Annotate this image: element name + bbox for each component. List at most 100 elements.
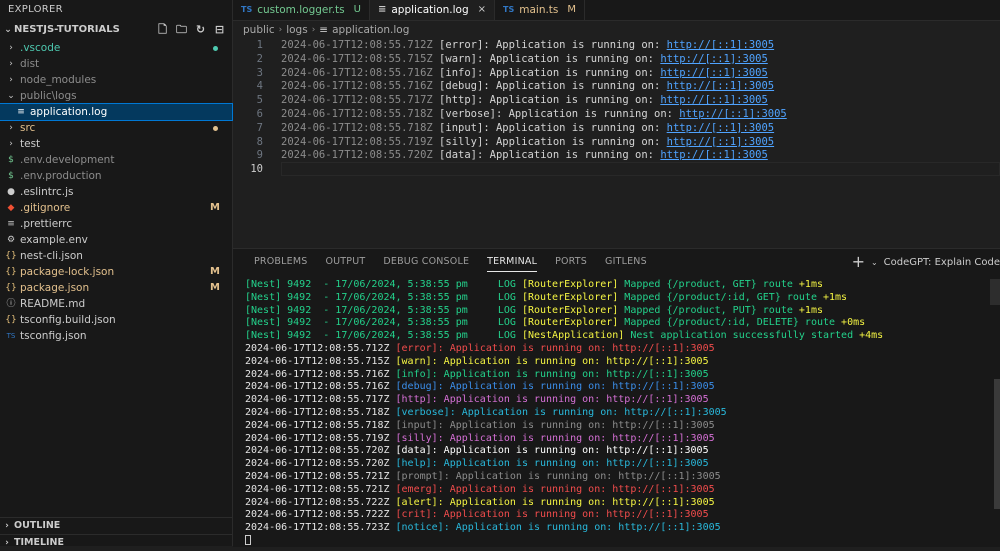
log-url-link[interactable]: http://[::1]:3005 [679,108,786,120]
panel-tab-output[interactable]: OUTPUT [316,249,374,275]
tree-item[interactable]: ◆ .gitignore M [0,200,232,216]
terminal-line: [Nest] 9492 - 17/06/2024, 5:38:55 pm LOG… [245,317,985,330]
file-lines-icon: ≡ [377,4,387,15]
collapse-all-icon[interactable]: ⊟ [213,23,226,36]
tree-item[interactable]: › test [0,136,232,152]
git-status-badge: M [210,282,220,293]
tree-item-label: application.log [30,106,108,118]
log-message: : Application is running on: [476,149,661,162]
breadcrumb-item[interactable]: public [243,22,275,38]
nest-message: Nest application successfully started [624,330,860,342]
timestamp: 2024-06-17T12:08:55.715Z [281,52,433,65]
panel-tab-gitlens[interactable]: GITLENS [596,249,656,275]
tree-item[interactable]: TS tsconfig.json [0,328,232,344]
tree-item[interactable]: $ .env.production [0,168,232,184]
line-text: 2024-06-17T12:08:55.715Z [warn]: Applica… [281,52,768,66]
terminal-line: 2024-06-17T12:08:55.720Z [data]: Applica… [245,445,985,458]
file-icon: ≡ [7,219,15,229]
timestamp: 2024-06-17T12:08:55.717Z [281,94,433,107]
line-number: 8 [256,135,263,148]
nest-prefix: [Nest] 9492 - 17/06/2024, 5:38:55 pm LOG [245,291,522,303]
outline-section[interactable]: › OUTLINE [0,517,232,534]
code-editor[interactable]: 1 2024-06-17T12:08:55.712Z [error]: Appli… [233,38,1000,248]
file-tree: › .vscode › dist › node_modules ⌄ public\logs ≡ a… [0,40,233,344]
tree-item[interactable]: ≡ application.log [0,103,233,121]
tab-status-badge: U [353,4,361,15]
terminal-output[interactable]: [Nest] 9492 - 17/06/2024, 5:38:55 pm LOG… [245,279,985,535]
chevron-right-icon: › [9,75,13,85]
log-url-link[interactable]: http://[::1]:3005 [667,39,774,51]
log-url-link[interactable]: http://[::1]:3005 [660,67,767,79]
tree-item[interactable]: {} nest-cli.json [0,248,232,264]
timeline-section[interactable]: › TIMELINE [0,534,232,551]
terminal-name-label[interactable]: CodeGPT: Explain Code [884,257,1000,268]
timestamp: 2024-06-17T12:08:55.719Z [281,135,433,148]
log-level: [http] [395,394,432,406]
log-level: [silly] [395,432,438,444]
tree-item[interactable]: ≡ .prettierrc [0,216,232,232]
workspace-root[interactable]: ⌄ NESTJS-TUTORIALS 🗋 🗀 ↻ ⊟ [0,20,232,40]
log-timestamp: 2024-06-17T12:08:55.722Z [245,496,396,508]
terminal-line: 2024-06-17T12:08:55.715Z [warn]: Applica… [245,356,985,369]
tab-label: custom.logger.ts [257,4,345,16]
terminal-line: 2024-06-17T12:08:55.712Z [error]: Applic… [245,343,985,356]
log-level: [http] [439,94,477,107]
nest-message: Mapped {/product/:id, GET} route [618,291,823,303]
panel-tab-problems[interactable]: PROBLEMS [245,249,316,275]
tree-item[interactable]: {} tsconfig.build.json [0,312,232,328]
tree-item-label: .eslintrc.js [20,186,74,198]
tab-label: application.log [391,4,469,16]
chevron-right-icon: › [5,538,9,548]
editor-tab[interactable]: TS custom.logger.ts U [233,0,370,20]
new-folder-icon[interactable]: 🗀 [175,23,188,36]
tree-item[interactable]: {} package.json M [0,280,232,296]
panel-tab-terminal[interactable]: TERMINAL [478,249,546,275]
nest-prefix: [Nest] 9492 - 17/06/2024, 5:38:55 pm LOG [245,279,522,290]
breadcrumb-item[interactable]: logs [286,22,307,38]
tree-item[interactable]: › src [0,120,232,136]
refresh-icon[interactable]: ↻ [194,23,207,36]
tree-item[interactable]: ⚙ example.env [0,232,232,248]
nest-context: [RouterExplorer] [521,279,619,290]
terminal-side-handle[interactable] [990,279,1000,305]
tree-item[interactable]: › node_modules [0,72,232,88]
line-number: 3 [256,66,263,79]
nest-message: Mapped {/product, GET} route [618,279,799,290]
log-url-link[interactable]: http://[::1]:3005 [667,122,774,134]
breadcrumb-item[interactable]: application.log [332,22,409,38]
log-url-link[interactable]: http://[::1]:3005 [660,53,767,65]
log-message: : Application is running on: http://[::1… [431,355,709,367]
tree-item[interactable]: {} package-lock.json M [0,264,232,280]
chevron-down-icon[interactable]: ⌄ [871,258,878,267]
panel-tab-debug-console[interactable]: DEBUG CONSOLE [374,249,478,275]
log-message: : Application is running on: http://[::1… [431,368,709,380]
tree-item[interactable]: › .vscode [0,40,232,56]
close-icon[interactable]: × [478,0,486,20]
plus-icon[interactable]: + [852,254,865,270]
log-url-link[interactable]: http://[::1]:3005 [660,94,767,106]
terminal-line: 2024-06-17T12:08:55.722Z [alert]: Applic… [245,497,985,510]
editor-tab[interactable]: ≡ application.log × [369,0,496,20]
nest-message: Mapped {/product/:id, DELETE} route [618,317,842,329]
tree-item[interactable]: › dist [0,56,232,72]
tree-item[interactable]: $ .env.development [0,152,232,168]
log-message: : Application is running on: [483,80,667,93]
terminal-line: 2024-06-17T12:08:55.722Z [crit]: Applica… [245,509,985,522]
new-file-icon[interactable]: 🗋 [156,23,169,36]
panel-tab-ports[interactable]: PORTS [546,249,596,275]
log-level: [info] [395,368,432,380]
log-url-link[interactable]: http://[::1]:3005 [667,80,774,92]
tree-item[interactable]: ● .eslintrc.js [0,184,232,200]
file-icon: {} [5,251,17,261]
tree-item[interactable]: ⓘ README.md [0,296,232,312]
file-icon: ● [7,187,15,197]
log-url-link[interactable]: http://[::1]:3005 [667,136,774,148]
editor-tab[interactable]: TS main.ts M [495,0,586,20]
line-text: 2024-06-17T12:08:55.716Z [debug]: Applic… [281,79,774,93]
log-level: [debug] [439,80,484,93]
log-message: : Application is running on: http://[::1… [443,522,721,534]
terminal-scrollbar[interactable] [994,379,1000,509]
log-url-link[interactable]: http://[::1]:3005 [660,149,767,161]
nest-timing: +1ms [822,291,848,303]
tree-item[interactable]: ⌄ public\logs [0,88,232,104]
